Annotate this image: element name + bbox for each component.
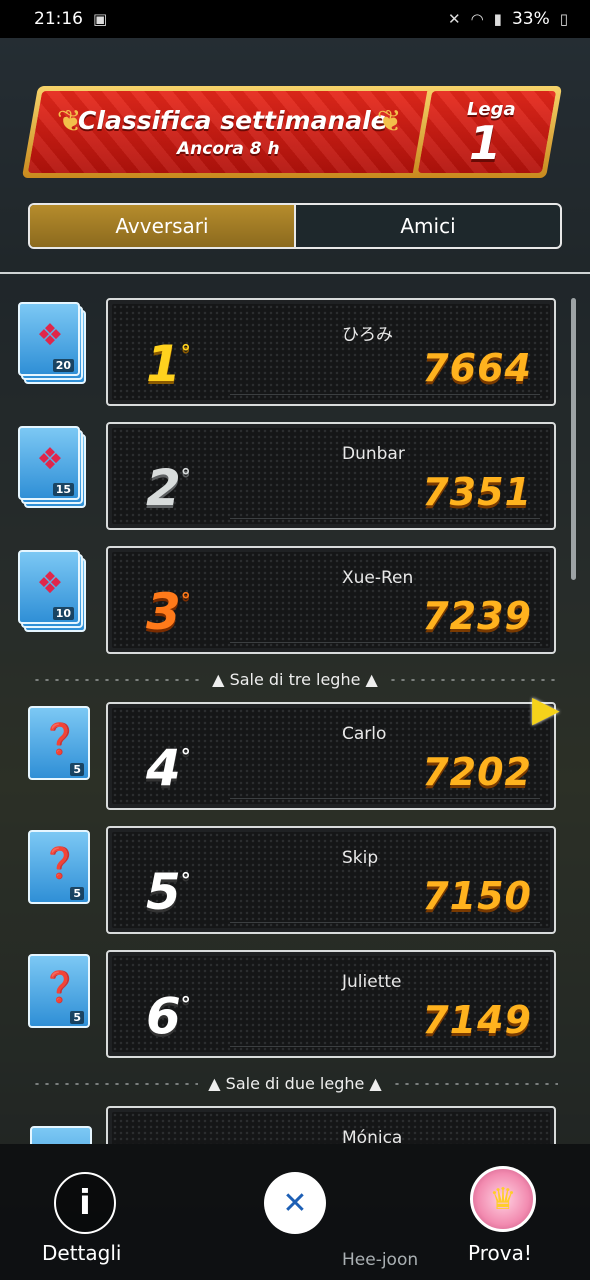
rank-number: 4° [146,739,191,797]
player-score: 7149 [422,998,532,1042]
promotion-separator-three: ▲ Sale di tre leghe ▲ [32,670,559,689]
player-score: 7202 [422,750,532,794]
mystery-box-icon: ❓ [41,970,79,1005]
crown-icon: ♛ [489,1181,517,1217]
red-gems-icon: ❖ [36,566,64,601]
rank-number: 2° [146,459,191,517]
rank-panel: 3° Xue-Ren 7239 [106,546,556,654]
ranking-tabs: Avversari Amici [28,203,562,249]
player-score: 7239 [422,594,532,638]
rank-panel: 4° Carlo 7202 [106,702,556,810]
try-button[interactable]: ♛ [470,1166,536,1232]
red-gems-icon: ❖ [36,442,64,477]
details-button[interactable]: i [54,1172,116,1234]
details-label: Dettagli [42,1241,122,1265]
tab-opponents[interactable]: Avversari [30,205,294,247]
prize-card: ◉ 300 [30,1110,102,1144]
signal-icon: ▮ [493,10,502,28]
prize-card: ❖ 10 [18,550,90,634]
player-name: ひろみ [342,325,393,345]
rank-number: 3° [146,583,191,641]
list-item[interactable]: ❓ 5 5° Skip 7150 [0,826,590,934]
prize-card: ❓ 5 [28,706,100,790]
player-name: Hee-joon [342,1250,419,1270]
player-name: Mónica [342,1128,403,1144]
close-button[interactable]: ✕ [264,1172,326,1234]
rank-number: 5° [146,863,191,921]
separator-label: ▲ Sale di due leghe ▲ [208,1074,382,1093]
prize-count: 10 [52,607,74,620]
player-name: Xue-Ren [342,568,414,588]
status-time: 21:16 [34,9,83,29]
prize-count: 5 [70,1011,84,1024]
league-badge: Lega 1 [411,86,563,178]
list-item[interactable]: ◉ 300 7° Mónica 7139 [0,1106,590,1144]
prize-card: ❖ 15 [18,426,90,510]
player-score: 7351 [422,470,532,514]
close-icon: ✕ [282,1185,308,1221]
mystery-box-icon: ❓ [41,846,79,881]
prize-count: 5 [70,887,84,900]
list-item[interactable]: ❖ 15 2° Dunbar 7351 [0,422,590,530]
time-remaining: Ancora 8 h [176,138,280,159]
player-score: 7664 [422,346,532,390]
tab-friends[interactable]: Amici [294,205,560,247]
player-name: Carlo [342,724,387,744]
prize-count: 15 [52,483,74,496]
prize-count: 5 [70,763,84,776]
try-label: Prova! [468,1241,532,1265]
ranking-list[interactable]: ❖ 20 1° ひろみ 7664 ❖ 15 2° Dunbar 7351 ❖ 1… [0,274,590,1144]
rank-panel: 2° Dunbar 7351 [106,422,556,530]
rank-number: 1° [146,335,191,393]
player-name: Dunbar [342,444,405,464]
red-gems-icon: ❖ [36,318,64,353]
player-name: Skip [342,848,379,868]
rank-panel: 5° Skip 7150 [106,826,556,934]
prize-card: ❖ 20 [18,302,90,386]
scrollbar[interactable] [571,298,576,580]
prize-count: 20 [52,359,74,372]
prize-card: ❓ 5 [28,954,100,1038]
promotion-separator-two: ▲ Sale di due leghe ▲ [32,1074,558,1093]
battery-level: 33% [511,9,550,29]
rank-number: 7° [146,1132,191,1144]
wifi-icon: ◠ [470,10,484,28]
league-number: 1 [469,115,502,170]
mute-icon: ✕ [448,10,461,28]
rank-panel: 1° ひろみ 7664 [106,298,556,406]
list-item[interactable]: ❖ 20 1° ひろみ 7664 [0,298,590,406]
gallery-icon: ▣ [93,10,108,28]
info-icon: i [79,1183,91,1223]
list-item[interactable]: ❖ 10 3° Xue-Ren 7239 [0,546,590,654]
battery-icon: ▯ [559,10,568,28]
rank-panel: 6° Juliette 7149 [106,950,556,1058]
separator-label: ▲ Sale di tre leghe ▲ [212,670,378,689]
page-title: Classifica settimanale [78,105,388,135]
rank-panel: 7° Mónica 7139 [106,1106,556,1144]
prize-card: ❓ 5 [28,830,100,914]
next-arrow-icon[interactable]: ▶ [532,688,566,732]
list-item[interactable]: ❓ 5 4° Carlo 7202 [0,702,590,810]
player-name: Juliette [342,972,402,992]
mystery-box-icon: ❓ [41,722,79,757]
player-score: 7150 [422,874,532,918]
rank-number: 6° [146,987,191,1045]
status-bar: 21:16 ▣ ✕ ◠ ▮ 33% ▯ [0,0,590,38]
list-item[interactable]: ❓ 5 6° Juliette 7149 [0,950,590,1058]
